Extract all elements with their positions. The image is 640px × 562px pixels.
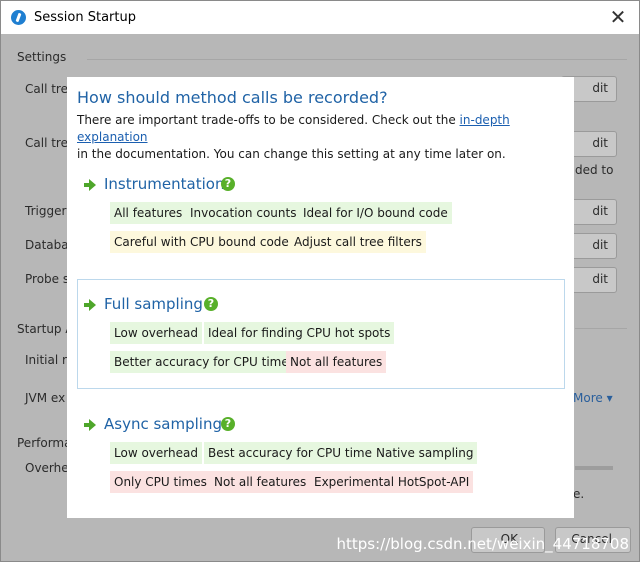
bg-label-performance: Performa: [17, 436, 72, 450]
option-title-full-sampling[interactable]: Full sampling: [104, 295, 203, 313]
recording-mode-dialog: How should method calls be recorded? The…: [67, 77, 574, 518]
dialog-question: How should method calls be recorded?: [77, 88, 388, 107]
help-icon[interactable]: ?: [221, 177, 235, 191]
tag-invocation-counts: Invocation counts: [186, 202, 301, 224]
close-icon[interactable]: ✕: [607, 6, 629, 28]
bg-label-probe: Probe s: [25, 272, 70, 286]
bg-label-trigger: Trigger: [25, 204, 67, 218]
bg-trailing-text: e.: [573, 487, 585, 501]
green-arrow-icon: [84, 179, 96, 191]
window-title: Session Startup: [34, 10, 136, 25]
tag-best-accuracy: Best accuracy for CPU times: [204, 442, 383, 464]
green-arrow-icon: [84, 419, 96, 431]
option-title-async-sampling[interactable]: Async sampling: [104, 415, 222, 433]
tag-experimental-hotspot: Experimental HotSpot-API: [310, 471, 474, 493]
option-title-instrumentation[interactable]: Instrumentation: [104, 175, 224, 193]
tag-io-bound: Ideal for I/O bound code: [299, 202, 452, 224]
bg-label-call-tree-1: Call tre: [25, 82, 68, 96]
tag-not-all-features: Not all features: [210, 471, 311, 493]
option-async-sampling[interactable]: Async sampling ? Low overhead Best accur…: [77, 399, 565, 509]
help-icon[interactable]: ?: [221, 417, 235, 431]
tag-low-overhead: Low overhead: [110, 322, 202, 344]
tag-better-accuracy: Better accuracy for CPU times: [110, 351, 300, 373]
tag-low-overhead: Low overhead: [110, 442, 202, 464]
app-logo-icon: [11, 10, 26, 25]
option-instrumentation[interactable]: Instrumentation ? All features Invocatio…: [77, 159, 565, 269]
tag-native-sampling: Native sampling: [372, 442, 478, 464]
divider: [575, 328, 627, 329]
divider: [87, 59, 627, 60]
tag-not-all-features: Not all features: [286, 351, 387, 373]
bg-label-jvm: JVM ex: [25, 391, 66, 405]
help-icon[interactable]: ?: [204, 297, 218, 311]
option-full-sampling[interactable]: Full sampling ? Low overhead Ideal for f…: [77, 279, 565, 389]
bg-more-link: More ▾: [573, 391, 613, 405]
tag-all-features: All features: [110, 202, 187, 224]
bg-slider-track: [575, 466, 613, 470]
bg-label-startup: Startup A: [17, 322, 74, 336]
green-arrow-icon: [84, 299, 96, 311]
dialog-description: There are important trade-offs to be con…: [77, 113, 510, 161]
bg-side-text: ded to: [575, 163, 614, 177]
settings-label: Settings: [17, 50, 67, 64]
tag-cpu-hot-spots: Ideal for finding CPU hot spots: [204, 322, 395, 344]
session-startup-window: Session Startup ✕ Settings Call tre Call…: [0, 0, 640, 562]
tag-adjust-filters: Adjust call tree filters: [290, 231, 426, 253]
tag-only-cpu-times: Only CPU times: [110, 471, 211, 493]
bg-label-call-tree-2: Call tre: [25, 136, 68, 150]
title-bar: Session Startup ✕: [1, 1, 639, 34]
bg-label-overhead: Overhe: [25, 461, 69, 475]
watermark-text: https://blog.csdn.net/weixin_44718708: [336, 535, 629, 553]
bg-label-database: Databa: [25, 238, 69, 252]
tag-cpu-bound-caution: Careful with CPU bound code: [110, 231, 293, 253]
